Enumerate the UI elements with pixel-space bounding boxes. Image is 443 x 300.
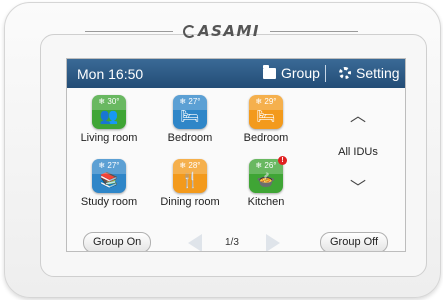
- page-next-icon[interactable]: [266, 234, 280, 251]
- topbar-divider: [325, 65, 326, 82]
- chevron-up-icon[interactable]: ︿: [343, 102, 373, 126]
- alert-badge-icon: !: [278, 156, 287, 165]
- room-label: Study room: [80, 196, 138, 208]
- room-temp: ❄ 27°: [98, 161, 120, 170]
- pot-icon: ❄ 26° 🍲: [249, 159, 283, 193]
- room-living-room[interactable]: ❄ 30° 👥 Living room: [74, 95, 144, 144]
- room-glyph: 🛏: [256, 108, 276, 125]
- room-glyph: 👥: [99, 108, 119, 125]
- brand-line-right: [270, 30, 359, 32]
- top-bar: Mon 16:50 Group Setting: [67, 59, 405, 88]
- group-on-button[interactable]: Group On: [83, 232, 152, 251]
- all-idus-label[interactable]: All IDUs: [329, 146, 387, 158]
- group-off-button[interactable]: Group Off: [320, 232, 389, 251]
- brand-line-left: [84, 30, 173, 32]
- group-button[interactable]: Group: [263, 64, 320, 81]
- room-glyph: 🍲: [256, 172, 276, 189]
- setting-label: Setting: [356, 65, 400, 81]
- room-glyph: 🛏: [180, 108, 200, 125]
- room-dining-room[interactable]: ❄ 28° 🍴 Dining room: [155, 159, 225, 208]
- brand-name: ASAMI: [197, 22, 261, 40]
- room-label: Dining room: [160, 196, 220, 208]
- group-label: Group: [281, 65, 320, 81]
- room-temp: ❄ 28°: [179, 161, 201, 170]
- books-icon: ❄ 27° 📚: [92, 159, 126, 193]
- brand-header: ASAMI: [0, 22, 443, 40]
- room-temp: ❄ 30°: [98, 97, 120, 106]
- room-glyph: 📚: [99, 172, 119, 189]
- room-label: Bedroom: [243, 132, 289, 144]
- room-temp: ❄ 29°: [255, 97, 277, 106]
- room-glyph: 🍴: [180, 172, 200, 189]
- room-label: Kitchen: [247, 196, 285, 208]
- brand-logo: ASAMI: [182, 22, 261, 40]
- gear-icon: [339, 67, 351, 79]
- folder-icon: [263, 64, 276, 79]
- room-study-room[interactable]: ❄ 27° 📚 Study room: [74, 159, 144, 208]
- room-grid: ❄ 30° 👥 Living room ❄ 27° 🛏 Bedroom ❄ 29…: [67, 88, 405, 251]
- people-icon: ❄ 30° 👥: [92, 95, 126, 129]
- bed-icon: ❄ 29° 🛏: [249, 95, 283, 129]
- brand-mark-icon: [182, 24, 196, 38]
- fork-knife-icon: ❄ 28° 🍴: [173, 159, 207, 193]
- room-bedroom-2[interactable]: ❄ 29° 🛏 Bedroom: [231, 95, 301, 144]
- page-prev-icon[interactable]: [188, 234, 202, 251]
- room-label: Living room: [80, 132, 138, 144]
- room-label: Bedroom: [167, 132, 213, 144]
- room-kitchen[interactable]: ! ❄ 26° 🍲 Kitchen: [231, 156, 301, 208]
- clock: Mon 16:50: [77, 66, 144, 82]
- page-indicator: 1/3: [225, 237, 239, 248]
- chevron-down-icon[interactable]: ﹀: [343, 174, 373, 198]
- room-temp: ❄ 27°: [179, 97, 201, 106]
- room-bedroom-1[interactable]: ❄ 27° 🛏 Bedroom: [155, 95, 225, 144]
- touch-screen: Mon 16:50 Group Setting ❄ 30° 👥 Living r…: [66, 58, 406, 252]
- bed-icon: ❄ 27° 🛏: [173, 95, 207, 129]
- setting-button[interactable]: Setting: [339, 65, 400, 81]
